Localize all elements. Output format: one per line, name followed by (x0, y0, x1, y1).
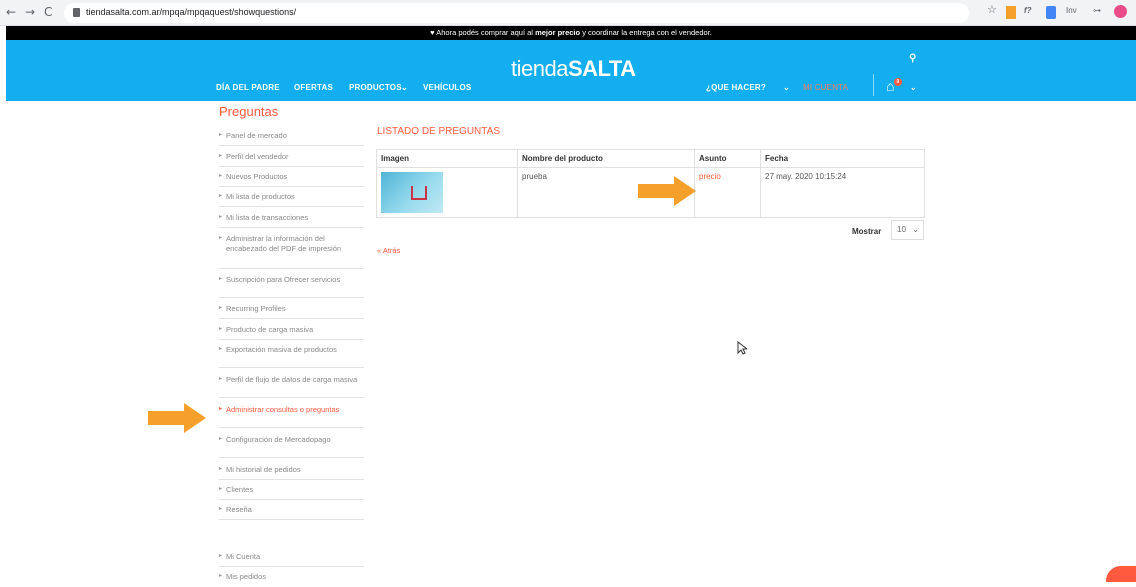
sidebar-item-lista-transacciones[interactable]: Mi lista de transacciones (219, 213, 364, 228)
promo-banner: ♥ Ahora podés comprar aquí al mejor prec… (6, 26, 1136, 40)
column-header-fecha: Fecha (760, 149, 925, 168)
sidebar-item-perfil-vendedor[interactable]: Perfil del vendedor (219, 152, 364, 167)
site-logo[interactable]: tiendaSALTA (511, 56, 636, 82)
sidebar-item-suscripcion[interactable]: Suscripción para Ofrecer servicios (219, 275, 364, 298)
cart-count-badge: 0 (894, 78, 902, 86)
sidebar-item-mis-pedidos[interactable]: Mis pedidos (219, 572, 364, 587)
header-divider (873, 74, 874, 96)
back-link[interactable]: « Atrás (377, 246, 400, 255)
nav-vehiculos[interactable]: VEHÍCULOS (423, 83, 471, 92)
extension-fx-icon[interactable]: f? (1024, 6, 1032, 19)
product-image-cell (376, 167, 518, 218)
sidebar-item-panel-mercado[interactable]: Panel de mercado (219, 131, 364, 146)
extension-blue-icon[interactable] (1046, 6, 1056, 19)
nav-ofertas[interactable]: OFERTAS (294, 83, 333, 92)
url-text: tiendasalta.com.ar/mpqa/mpqaquest/showqu… (86, 7, 297, 17)
sidebar-item-encabezado-pdf[interactable]: Administrar la información del encabezad… (219, 234, 364, 269)
nav-dia-del-padre[interactable]: DÍA DEL PADRE (216, 83, 280, 92)
extension-orange-icon[interactable] (1006, 6, 1016, 19)
sidebar-item-exportacion-masiva[interactable]: Exportación masiva de productos (219, 345, 364, 368)
mouse-cursor-icon (737, 341, 747, 355)
product-thumbnail[interactable] (381, 172, 443, 213)
subject-link[interactable]: precio (694, 167, 761, 218)
sidebar-item-mercadopago[interactable]: Configuración de Mercadopago (219, 435, 364, 458)
chat-bubble-button[interactable] (1106, 566, 1136, 582)
heart-icon: ♥ (430, 28, 435, 37)
section-title: LISTADO DE PREGUNTAS (377, 126, 500, 137)
chevron-down-icon: ⌄ (783, 83, 790, 92)
annotation-arrow-icon (638, 176, 696, 206)
sidebar-item-recurring-profiles[interactable]: Recurring Profiles (219, 304, 364, 319)
forward-icon[interactable]: → (25, 5, 35, 19)
promo-prefix: Ahora podés comprar aquí al (436, 28, 533, 37)
column-header-producto: Nombre del producto (517, 149, 695, 168)
browser-toolbar: ← → C tiendasalta.com.ar/mpqa/mpqaquest/… (0, 0, 1136, 26)
sidebar-item-historial-pedidos[interactable]: Mi historial de pedidos (219, 465, 364, 480)
sidebar-item-carga-masiva[interactable]: Producto de carga masiva (219, 325, 364, 340)
sidebar-item-mi-cuenta[interactable]: Mi Cuenta (219, 552, 364, 567)
page-size-select[interactable]: 10 ⌄ (891, 220, 924, 240)
chevron-down-icon: ⌄ (910, 83, 917, 92)
star-icon[interactable]: ☆ (987, 3, 997, 16)
chevron-down-icon: ⌄ (401, 83, 408, 92)
shopping-cart-image (411, 186, 427, 200)
sidebar-item-consultas-preguntas[interactable]: Administrar consultas o preguntas (219, 405, 364, 428)
date-cell: 27 may. 2020 10:15:24 (760, 167, 925, 218)
promo-suffix: y coordinar la entrega con el vendedor. (582, 28, 712, 37)
lock-icon (73, 8, 80, 17)
sidebar-item-clientes[interactable]: Clientes (219, 485, 364, 500)
mi-cuenta-link[interactable]: MI CUENTA (803, 83, 848, 92)
sidebar-title: Preguntas (219, 104, 279, 119)
nav-productos[interactable]: PRODUCTOS (349, 83, 402, 92)
site-header: tiendaSALTA DÍA DEL PADRE OFERTAS PRODUC… (6, 40, 1136, 101)
sidebar-item-flujo-datos[interactable]: Perfil de flujo de datos de carga masiva (219, 375, 364, 398)
reload-icon[interactable]: C (44, 5, 52, 19)
column-header-asunto: Asunto (694, 149, 761, 168)
annotation-arrow-icon (148, 403, 206, 433)
back-icon[interactable]: ← (6, 5, 16, 19)
chevron-down-icon: ⌄ (912, 225, 919, 234)
sidebar-item-lista-productos[interactable]: Mi lista de productos (219, 192, 364, 207)
column-header-imagen: Imagen (376, 149, 518, 168)
address-bar[interactable]: tiendasalta.com.ar/mpqa/mpqaquest/showqu… (64, 3, 969, 23)
sidebar-item-resena[interactable]: Reseña (219, 505, 364, 520)
search-icon[interactable]: ⚲ (909, 53, 917, 64)
sidebar-item-nuevos-productos[interactable]: Nuevos Productos (219, 172, 364, 187)
promo-highlight: mejor precio (535, 28, 581, 37)
que-hacer-menu[interactable]: ¿QUE HACER? (706, 83, 766, 92)
key-icon[interactable]: ⊶ (1093, 6, 1101, 19)
extension-inv-icon[interactable]: Inv (1066, 6, 1077, 19)
profile-avatar-icon[interactable] (1114, 5, 1127, 18)
mostrar-label: Mostrar (852, 227, 882, 236)
